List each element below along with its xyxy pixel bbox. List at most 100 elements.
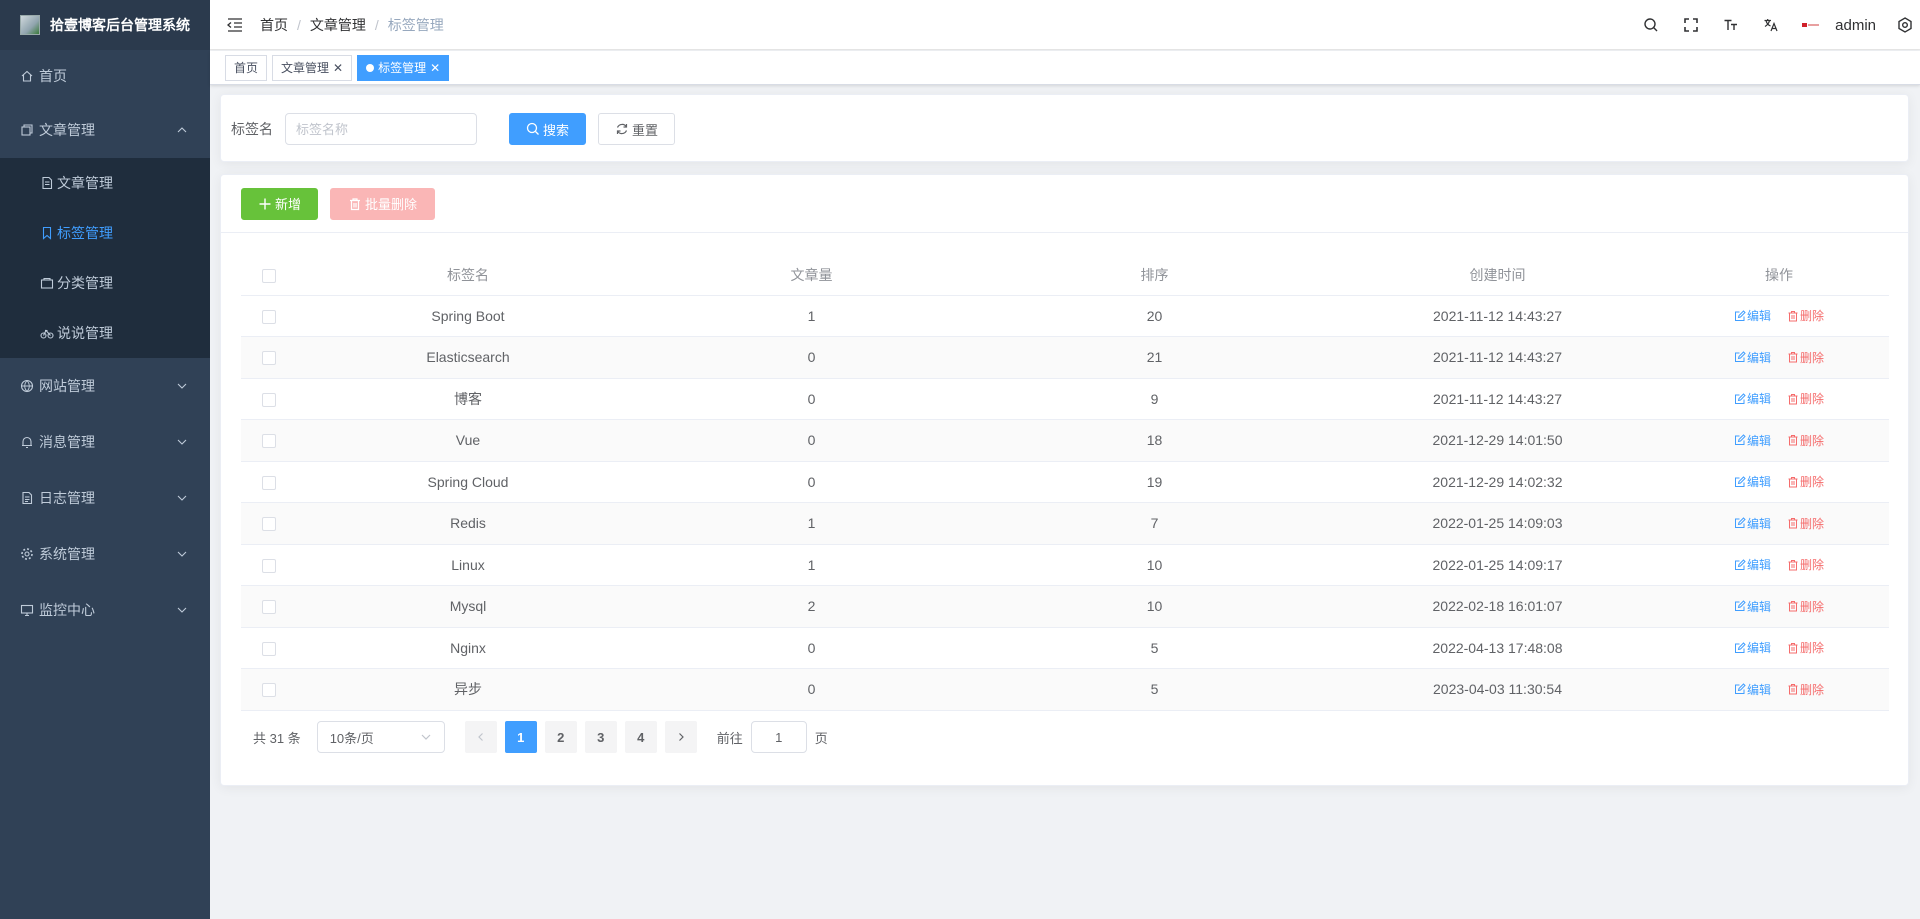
edit-button[interactable]: 编辑 (1734, 639, 1771, 656)
delete-button[interactable]: 删除 (1787, 432, 1824, 449)
sidebar-item-messages[interactable]: 消息管理 (0, 414, 210, 470)
edit-button[interactable]: 编辑 (1734, 390, 1771, 407)
article-count-cell: 0 (640, 378, 983, 420)
menu-fold-icon[interactable] (225, 15, 245, 35)
page-1-button[interactable]: 1 (504, 721, 537, 753)
reset-button[interactable]: 重置 (598, 113, 675, 145)
tag-home[interactable]: 首页 (225, 54, 268, 81)
edit-label: 编辑 (1746, 350, 1771, 365)
logo[interactable]: 拾壹博客后台管理系统 (0, 0, 210, 50)
sidebar-item-label: 说说管理 (57, 325, 113, 341)
row-select-cell (241, 295, 296, 337)
translate-icon[interactable] (1751, 0, 1791, 50)
tag-articles[interactable]: 文章管理 ✕ (272, 54, 353, 81)
tag-table: 标签名 文章量 排序 创建时间 操作 Spring Boot 1 20 2021-11… (241, 255, 1889, 711)
breadcrumb-articles[interactable]: 文章管理 (310, 15, 366, 35)
delete-button[interactable]: 删除 (1787, 473, 1824, 490)
add-button-label: 新增 (274, 197, 301, 212)
sidebar-subitem-tag-manage[interactable]: 标签管理 (0, 208, 210, 258)
trash-icon (1788, 518, 1798, 529)
document-icon (42, 176, 53, 190)
row-select-cell (241, 544, 296, 586)
delete-button[interactable]: 删除 (1787, 639, 1824, 656)
row-select-cell (241, 461, 296, 503)
tag-tags[interactable]: 标签管理 ✕ (357, 54, 450, 81)
row-checkbox[interactable] (261, 558, 276, 573)
sidebar-item-articles[interactable]: 文章管理 (0, 102, 210, 158)
sidebar-item-monitor[interactable]: 监控中心 (0, 582, 210, 638)
edit-button[interactable]: 编辑 (1734, 598, 1771, 615)
row-checkbox[interactable] (261, 351, 276, 366)
delete-button[interactable]: 删除 (1787, 349, 1824, 366)
page-4-button[interactable]: 4 (624, 721, 657, 753)
settings-icon[interactable] (1890, 0, 1920, 50)
add-button[interactable]: 新增 (241, 187, 318, 220)
chevron-left-icon (477, 733, 483, 741)
actions-cell: 编辑 删除 (1669, 585, 1889, 628)
page-size-select[interactable]: 10条/页 (316, 721, 445, 753)
row-checkbox[interactable] (261, 309, 276, 324)
goto-page-input[interactable] (750, 721, 807, 753)
sort-cell: 10 (983, 544, 1326, 586)
edit-label: 编辑 (1746, 516, 1771, 531)
sidebar-subitem-article-manage[interactable]: 文章管理 (0, 158, 210, 208)
fullscreen-icon[interactable] (1671, 0, 1711, 50)
row-checkbox[interactable] (261, 475, 276, 490)
sidebar-subitem-talk-manage[interactable]: 说说管理 (0, 308, 210, 358)
page-3-button[interactable]: 3 (584, 721, 617, 753)
website-icon (20, 379, 34, 393)
edit-button[interactable]: 编辑 (1734, 681, 1771, 698)
row-checkbox[interactable] (261, 517, 276, 532)
page-2-button[interactable]: 2 (544, 721, 577, 753)
row-checkbox[interactable] (261, 392, 276, 407)
edit-button[interactable]: 编辑 (1734, 473, 1771, 490)
row-checkbox[interactable] (261, 683, 276, 698)
sidebar-subitem-category-manage[interactable]: 分类管理 (0, 258, 210, 308)
edit-icon (1734, 309, 1746, 321)
font-size-icon[interactable] (1711, 0, 1751, 50)
delete-button[interactable]: 删除 (1787, 598, 1824, 615)
avatar-image[interactable] (1791, 0, 1831, 50)
sidebar-item-logs[interactable]: 日志管理 (0, 470, 210, 526)
tag-name-cell: 异步 (296, 668, 640, 711)
sidebar-item-home[interactable]: 首页 (0, 50, 210, 102)
username[interactable]: admin (1835, 17, 1876, 34)
column-header: 创建时间 (1326, 255, 1669, 296)
sidebar-item-website[interactable]: 网站管理 (0, 358, 210, 414)
delete-button[interactable]: 删除 (1787, 390, 1824, 407)
actions-cell: 编辑 删除 (1669, 336, 1889, 379)
next-page-button[interactable] (664, 721, 697, 753)
chevron-up-icon (177, 127, 187, 133)
delete-button[interactable]: 删除 (1787, 515, 1824, 532)
delete-button[interactable]: 删除 (1787, 307, 1824, 324)
row-checkbox[interactable] (261, 434, 276, 449)
close-icon[interactable]: ✕ (430, 56, 440, 80)
tag-name-input[interactable] (285, 113, 477, 145)
row-select-cell (241, 419, 296, 462)
breadcrumb-home[interactable]: 首页 (260, 15, 288, 35)
edit-button[interactable]: 编辑 (1734, 556, 1771, 573)
delete-button[interactable]: 删除 (1787, 556, 1824, 573)
row-checkbox[interactable] (261, 641, 276, 656)
close-icon[interactable]: ✕ (333, 56, 343, 80)
edit-label: 编辑 (1746, 309, 1771, 323)
sidebar-item-system[interactable]: 系统管理 (0, 526, 210, 582)
select-all-checkbox[interactable] (261, 268, 276, 283)
edit-button[interactable]: 编辑 (1734, 307, 1771, 324)
edit-icon (1734, 434, 1746, 445)
prev-page-button[interactable] (464, 721, 497, 753)
edit-button[interactable]: 编辑 (1734, 432, 1771, 449)
delete-label: 删除 (1800, 433, 1825, 448)
edit-label: 编辑 (1746, 475, 1771, 489)
search-button[interactable]: 搜索 (509, 113, 586, 145)
tags-view: 首页 文章管理 ✕ 标签管理 ✕ (210, 51, 1920, 85)
toolbar: 新增 批量删除 (221, 175, 1908, 233)
edit-label: 编辑 (1746, 641, 1771, 655)
search-icon[interactable] (1631, 0, 1671, 50)
edit-button[interactable]: 编辑 (1734, 349, 1771, 366)
delete-button[interactable]: 删除 (1787, 681, 1824, 698)
actions-cell: 编辑 删除 (1669, 627, 1889, 669)
row-checkbox[interactable] (261, 600, 276, 615)
batch-delete-button[interactable]: 批量删除 (330, 187, 435, 220)
edit-button[interactable]: 编辑 (1734, 515, 1771, 532)
